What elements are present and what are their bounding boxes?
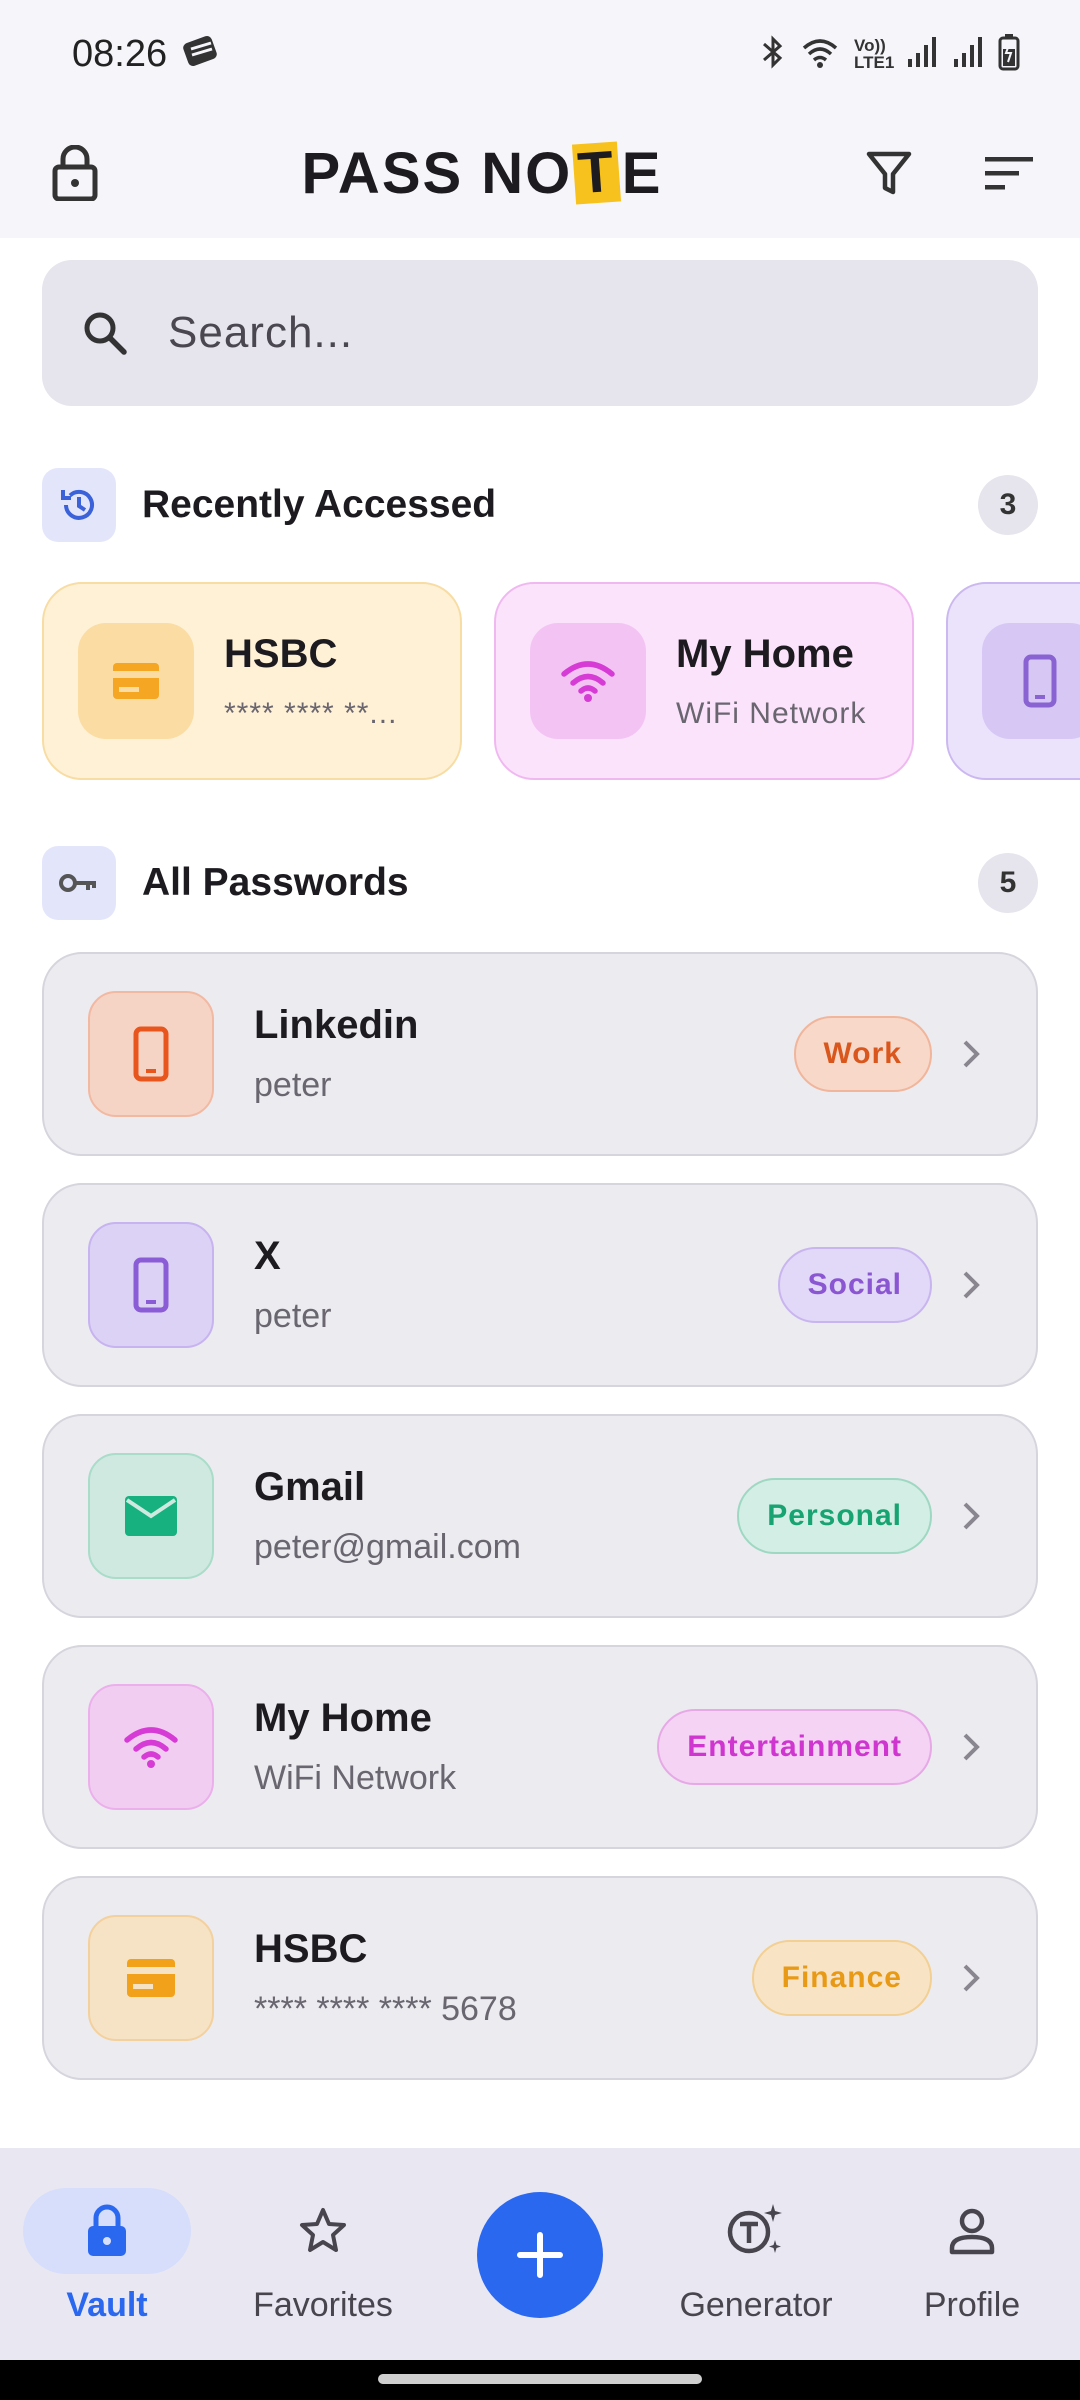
recent-card-partial[interactable] bbox=[946, 582, 1080, 780]
password-item-hsbc[interactable]: HSBC **** **** **** 5678 Finance bbox=[42, 1876, 1038, 2080]
lock-icon bbox=[52, 145, 98, 201]
filter-icon bbox=[866, 151, 912, 195]
item-subtitle: peter@gmail.com bbox=[254, 1528, 521, 1566]
item-title: X bbox=[254, 1234, 281, 1278]
item-title: Linkedin bbox=[254, 1003, 419, 1047]
category-tag: Social bbox=[777, 1247, 932, 1323]
sort-button[interactable] bbox=[974, 138, 1044, 208]
chevron-right-icon bbox=[956, 1732, 986, 1762]
nav-profile[interactable]: Profile bbox=[888, 2188, 1056, 2325]
chevron-right-icon bbox=[956, 1270, 986, 1300]
gesture-area bbox=[0, 2360, 1080, 2400]
app-logo: PASS NO T E bbox=[301, 139, 663, 207]
search-placeholder: Search... bbox=[168, 308, 354, 357]
bottom-navigation: Vault Favorites Generator Profile bbox=[0, 2148, 1080, 2360]
person-icon bbox=[888, 2188, 1056, 2274]
item-title: HSBC bbox=[254, 1927, 368, 1971]
sort-icon bbox=[984, 157, 1033, 190]
all-count-badge: 5 bbox=[978, 853, 1038, 913]
recent-card-title: My Home bbox=[676, 631, 854, 676]
password-item-linkedin[interactable]: Linkedin peter Work bbox=[42, 952, 1038, 1156]
recent-count-badge: 3 bbox=[978, 475, 1038, 535]
password-item-my-home[interactable]: My Home WiFi Network Entertainment bbox=[42, 1645, 1038, 1849]
recent-title: Recently Accessed bbox=[142, 483, 497, 526]
status-bar: 08:26 Vo)) LTE1 bbox=[0, 0, 1080, 108]
signal-icon-2 bbox=[952, 35, 984, 74]
chevron-right-icon bbox=[956, 1039, 986, 1069]
recent-card-my-home[interactable]: My Home WiFi Network bbox=[494, 582, 914, 780]
nav-favorites[interactable]: Favorites bbox=[239, 2188, 407, 2325]
card-icon bbox=[88, 1915, 214, 2041]
nav-label: Favorites bbox=[253, 2286, 393, 2324]
recent-card-subtitle: **** **** **... bbox=[224, 696, 398, 730]
volte-icon: Vo)) LTE1 bbox=[854, 36, 895, 72]
mail-icon bbox=[88, 1453, 214, 1579]
wifi-status-icon bbox=[800, 34, 840, 75]
nav-label: Profile bbox=[923, 2286, 1021, 2324]
password-item-x[interactable]: X peter Social bbox=[42, 1183, 1038, 1387]
signal-icon bbox=[906, 35, 938, 74]
phone-icon bbox=[88, 991, 214, 1117]
vault-lock-icon bbox=[23, 2188, 191, 2274]
wifi-icon bbox=[88, 1684, 214, 1810]
status-time: 08:26 bbox=[72, 32, 168, 75]
item-title: Gmail bbox=[254, 1465, 366, 1509]
recent-card-hsbc[interactable]: HSBC **** **** **... bbox=[42, 582, 462, 780]
add-button[interactable] bbox=[477, 2192, 603, 2318]
filter-button[interactable] bbox=[854, 138, 924, 208]
lock-button[interactable] bbox=[40, 138, 110, 208]
recent-card-subtitle: WiFi Network bbox=[676, 696, 867, 730]
generator-icon bbox=[672, 2188, 840, 2274]
password-item-gmail[interactable]: Gmail peter@gmail.com Personal bbox=[42, 1414, 1038, 1618]
nav-label: Vault bbox=[66, 2286, 148, 2324]
all-title: All Passwords bbox=[142, 861, 409, 904]
phone-icon bbox=[88, 1222, 214, 1348]
logo-text-1: PASS NO bbox=[301, 140, 573, 206]
card-icon bbox=[78, 623, 194, 739]
all-section-header: All Passwords 5 bbox=[42, 846, 1038, 920]
recent-carousel[interactable]: HSBC **** **** **... My Home WiFi Networ… bbox=[0, 582, 1080, 782]
category-tag: Finance bbox=[751, 1940, 932, 2016]
wifi-icon bbox=[530, 623, 646, 739]
search-icon bbox=[84, 312, 127, 355]
app-notification-icon bbox=[183, 31, 223, 77]
recent-card-title: HSBC bbox=[224, 631, 338, 676]
key-icon bbox=[42, 846, 116, 920]
logo-t: T bbox=[572, 139, 622, 206]
history-icon bbox=[42, 468, 116, 542]
app-header: PASS NO T E bbox=[0, 108, 1080, 238]
item-subtitle: **** **** **** 5678 bbox=[254, 1990, 517, 2028]
phone-icon bbox=[982, 623, 1080, 739]
battery-icon bbox=[998, 33, 1020, 76]
nav-vault[interactable]: Vault bbox=[23, 2188, 191, 2325]
chevron-right-icon bbox=[956, 1963, 986, 1993]
category-tag: Personal bbox=[737, 1478, 932, 1554]
bluetooth-icon bbox=[760, 34, 786, 75]
home-gesture-bar[interactable] bbox=[378, 2374, 702, 2384]
plus-icon bbox=[517, 2232, 563, 2278]
chevron-right-icon bbox=[956, 1501, 986, 1531]
category-tag: Entertainment bbox=[657, 1709, 932, 1785]
category-tag: Work bbox=[793, 1016, 932, 1092]
item-title: My Home bbox=[254, 1696, 432, 1740]
search-input[interactable]: Search... bbox=[42, 260, 1038, 406]
nav-generator[interactable]: Generator bbox=[672, 2188, 840, 2325]
item-subtitle: WiFi Network bbox=[254, 1759, 457, 1797]
item-subtitle: peter bbox=[254, 1297, 332, 1335]
star-icon bbox=[239, 2188, 407, 2274]
item-subtitle: peter bbox=[254, 1066, 332, 1104]
recent-section-header: Recently Accessed 3 bbox=[42, 468, 1038, 542]
logo-text-2: E bbox=[621, 140, 663, 206]
nav-label: Generator bbox=[679, 2286, 833, 2324]
